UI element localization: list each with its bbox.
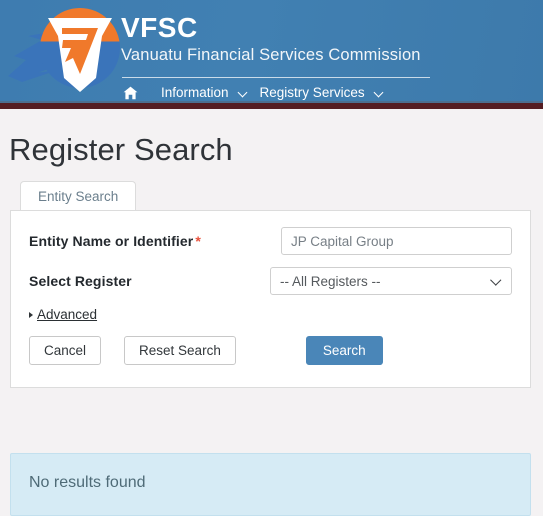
- tab-strip: Entity Search: [10, 181, 531, 210]
- reset-search-button[interactable]: Reset Search: [124, 336, 236, 365]
- nav-item-information[interactable]: Information: [161, 85, 254, 101]
- chevron-down-icon[interactable]: [375, 89, 384, 98]
- main-navigation: Information Registry Services: [121, 83, 390, 103]
- nav-item-registry-services-label: Registry Services: [259, 85, 365, 100]
- nav-item-information-label: Information: [161, 85, 229, 100]
- required-marker: *: [195, 233, 201, 249]
- nav-item-registry-services[interactable]: Registry Services: [260, 85, 390, 101]
- logo-seven-shape: [62, 28, 98, 74]
- field-row-entity-name: Entity Name or Identifier *: [29, 227, 512, 255]
- advanced-toggle[interactable]: Advanced: [29, 307, 512, 322]
- advanced-link-label[interactable]: Advanced: [37, 307, 97, 322]
- form-button-row: Cancel Reset Search Search: [29, 336, 512, 365]
- label-entity-name-text: Entity Name or Identifier: [29, 233, 194, 249]
- page-content: Register Search Entity Search Entity Nam…: [0, 109, 543, 516]
- chevron-down-icon[interactable]: [239, 89, 248, 98]
- search-button[interactable]: Search: [305, 336, 383, 365]
- cancel-button[interactable]: Cancel: [29, 336, 102, 365]
- vfsc-logo[interactable]: [8, 2, 128, 98]
- site-header: VFSC Vanuatu Financial Services Commissi…: [0, 0, 543, 109]
- brand-acronym: VFSC: [121, 12, 198, 43]
- no-results-message: No results found: [10, 453, 531, 516]
- field-row-select-register: Select Register: [29, 267, 512, 295]
- search-form-card: Entity Name or Identifier* Select Regist…: [10, 210, 531, 388]
- select-register-input[interactable]: [270, 267, 512, 295]
- page-title: Register Search: [9, 132, 233, 167]
- brand-full-name: Vanuatu Financial Services Commission: [121, 46, 421, 64]
- brand-divider: [122, 77, 430, 78]
- results-area: No results found: [10, 453, 531, 516]
- home-icon[interactable]: [121, 84, 139, 102]
- triangle-right-icon: [29, 311, 33, 318]
- entity-name-input[interactable]: [280, 227, 512, 255]
- tab-entity-search[interactable]: Entity Search: [20, 181, 137, 210]
- label-entity-name: Entity Name or Identifier *: [29, 233, 281, 249]
- label-select-register: Select Register: [29, 273, 132, 289]
- brand-text: VFSC Vanuatu Financial Services Commissi…: [121, 12, 531, 66]
- select-register-wrapper: [270, 267, 512, 295]
- tab-entity-search-label: Entity Search: [38, 188, 119, 204]
